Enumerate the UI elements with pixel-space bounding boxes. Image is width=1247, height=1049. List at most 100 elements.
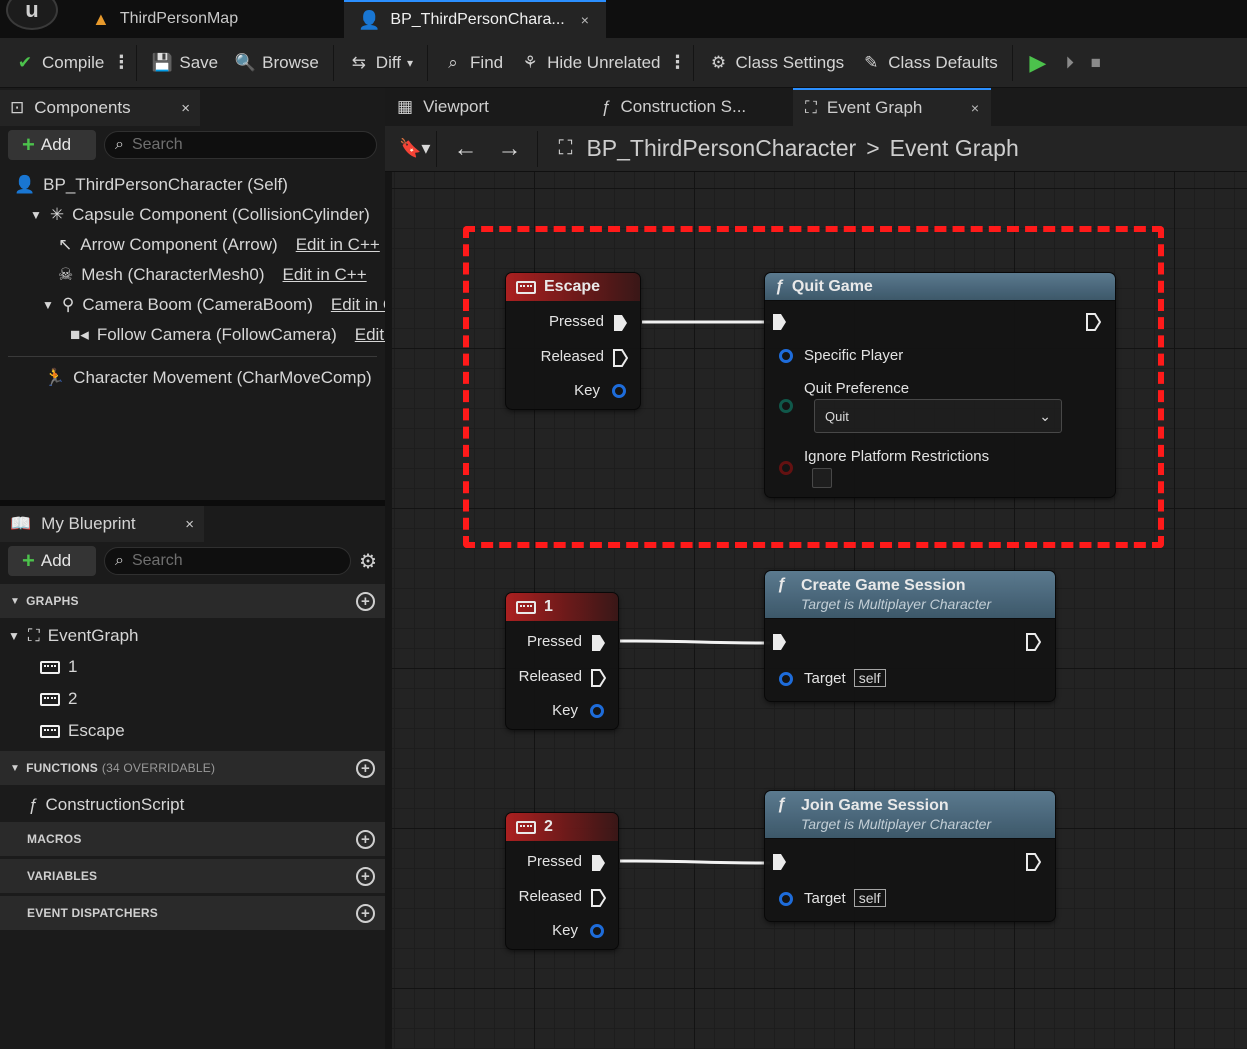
key-output-pin[interactable] bbox=[590, 924, 604, 938]
target-pin[interactable] bbox=[779, 672, 793, 686]
class-defaults-button[interactable]: ✎ Class Defaults bbox=[852, 45, 1006, 81]
specific-player-pin[interactable] bbox=[779, 349, 793, 363]
tab-bp-third-person-character[interactable]: 👤 BP_ThirdPersonChara... × bbox=[344, 0, 606, 38]
exec-input-pin[interactable] bbox=[771, 313, 787, 331]
quit-game-node[interactable]: ƒ Quit Game Specific Player Quit Prefere… bbox=[765, 273, 1115, 497]
compile-options-icon[interactable]: ⋮ bbox=[112, 52, 130, 73]
close-icon[interactable]: × bbox=[581, 12, 589, 28]
event-item-1[interactable]: 1 bbox=[0, 651, 385, 683]
event-dispatchers-section-header[interactable]: EVENT DISPATCHERS + bbox=[0, 896, 385, 930]
node-title: Escape bbox=[544, 278, 601, 295]
create-game-session-node[interactable]: ƒ Create Game Session Target is Multipla… bbox=[765, 571, 1055, 701]
exec-pin-empty[interactable] bbox=[590, 889, 606, 907]
class-settings-button[interactable]: ⚙ Class Settings bbox=[700, 45, 853, 81]
my-blueprint-tab[interactable]: 📖 My Blueprint × bbox=[0, 506, 204, 542]
component-self[interactable]: 👤 BP_ThirdPersonCharacter (Self) bbox=[0, 170, 385, 200]
event-item-escape[interactable]: Escape bbox=[0, 715, 385, 747]
functions-header-label: FUNCTIONS bbox=[26, 761, 98, 775]
close-icon[interactable]: × bbox=[971, 100, 979, 116]
edit-in-cpp-link[interactable]: Edit in C++ bbox=[355, 325, 385, 345]
exec-pin-filled[interactable] bbox=[590, 634, 606, 652]
add-component-button[interactable]: + Add bbox=[8, 130, 96, 160]
chevron-down-icon[interactable]: ▼ bbox=[30, 208, 42, 222]
add-variable-icon[interactable]: + bbox=[356, 866, 375, 886]
edit-in-cpp-link[interactable]: Edit in C++ bbox=[283, 265, 367, 285]
find-button[interactable]: ⌕ Find bbox=[434, 45, 511, 81]
exec-output-pin[interactable] bbox=[1025, 853, 1041, 871]
tab-construction-script[interactable]: ƒ Construction S... bbox=[589, 88, 789, 126]
key-output-pin[interactable] bbox=[612, 384, 626, 398]
key-output-pin[interactable] bbox=[590, 704, 604, 718]
component-character-movement[interactable]: 🏃 Character Movement (CharMoveComp) bbox=[0, 363, 385, 393]
exec-input-pin[interactable] bbox=[771, 853, 787, 871]
event-item-2[interactable]: 2 bbox=[0, 683, 385, 715]
breadcrumb-blueprint[interactable]: BP_ThirdPersonCharacter bbox=[586, 135, 856, 162]
exec-input-pin[interactable] bbox=[771, 633, 787, 651]
add-member-button[interactable]: + Add bbox=[8, 546, 96, 576]
my-blueprint-search-input[interactable]: ⌕ Search bbox=[104, 547, 352, 575]
step-button[interactable]: ⏵ bbox=[1057, 45, 1083, 81]
stop-button[interactable]: ■ bbox=[1083, 45, 1109, 81]
tab-event-graph[interactable]: ⛶ Event Graph × bbox=[793, 88, 991, 126]
tab-third-person-map[interactable]: ▲ ThirdPersonMap bbox=[78, 0, 252, 38]
browse-button[interactable]: 🔍 Browse bbox=[226, 45, 327, 81]
tab-label: Event Graph bbox=[826, 98, 923, 117]
ignore-platform-pin[interactable] bbox=[779, 461, 793, 475]
component-camera-boom[interactable]: ▼ ⚲ Camera Boom (CameraBoom) Edit in C++ bbox=[0, 290, 385, 320]
skeleton-icon: ☠ bbox=[58, 265, 74, 284]
exec-output-pin[interactable] bbox=[1085, 313, 1101, 331]
chevron-down-icon: ▾ bbox=[407, 55, 414, 70]
macros-section-header[interactable]: MACROS + bbox=[0, 822, 385, 856]
components-search-input[interactable]: ⌕ Search bbox=[104, 131, 377, 159]
more-options-icon[interactable]: ⋮ bbox=[669, 52, 687, 73]
close-icon[interactable]: × bbox=[185, 516, 194, 533]
component-capsule[interactable]: ▼ ✳ Capsule Component (CollisionCylinder… bbox=[0, 200, 385, 230]
target-pin[interactable] bbox=[779, 892, 793, 906]
diff-label: Diff bbox=[375, 52, 401, 72]
compile-button[interactable]: ✔ Compile bbox=[6, 45, 112, 81]
component-mesh[interactable]: ☠ Mesh (CharacterMesh0) Edit in C++ bbox=[0, 260, 385, 290]
event-graph-canvas[interactable]: Escape Pressed Released Key ƒ Quit Game … bbox=[392, 172, 1247, 1049]
construction-script-item[interactable]: ƒ ConstructionScript bbox=[0, 788, 385, 822]
key-2-node[interactable]: 2 Pressed Released Key bbox=[506, 813, 618, 949]
quit-preference-pin[interactable] bbox=[779, 399, 793, 413]
add-dispatcher-icon[interactable]: + bbox=[356, 903, 375, 923]
ignore-platform-checkbox[interactable] bbox=[812, 468, 832, 488]
exec-output-pin[interactable] bbox=[1025, 633, 1041, 651]
quit-preference-dropdown[interactable]: Quit ⌄ bbox=[814, 399, 1062, 433]
components-tab[interactable]: ⊡ Components × bbox=[0, 90, 200, 126]
exec-pin-empty[interactable] bbox=[612, 349, 628, 367]
node-header: 2 bbox=[506, 813, 618, 841]
play-button[interactable]: ▶ bbox=[1019, 45, 1057, 81]
breadcrumb-graph[interactable]: Event Graph bbox=[890, 135, 1019, 162]
exec-pin-empty[interactable] bbox=[590, 669, 606, 687]
gear-icon[interactable]: ⚙ bbox=[359, 549, 377, 574]
component-arrow[interactable]: ↖ Arrow Component (Arrow) Edit in C++ bbox=[0, 230, 385, 260]
chevron-down-icon[interactable]: ▼ bbox=[42, 298, 54, 312]
edit-in-cpp-link[interactable]: Edit in C++ bbox=[296, 235, 380, 255]
component-follow-camera[interactable]: ■◂ Follow Camera (FollowCamera) Edit in … bbox=[0, 320, 385, 350]
graphs-section-header[interactable]: ▼ GRAPHS + bbox=[0, 584, 385, 618]
join-game-session-node[interactable]: ƒ Join Game Session Target is Multiplaye… bbox=[765, 791, 1055, 921]
tab-viewport[interactable]: ▦ Viewport bbox=[385, 88, 585, 126]
close-icon[interactable]: × bbox=[181, 100, 190, 117]
hide-unrelated-button[interactable]: ⚘ Hide Unrelated bbox=[511, 45, 668, 81]
bookmark-icon[interactable]: 🔖▾ bbox=[399, 138, 430, 159]
event-graph-item[interactable]: ▼ ⛶ EventGraph bbox=[0, 621, 385, 651]
escape-key-node[interactable]: Escape Pressed Released Key bbox=[506, 273, 640, 409]
add-function-icon[interactable]: + bbox=[356, 758, 375, 778]
variables-header-label: VARIABLES bbox=[27, 869, 98, 883]
back-arrow-icon[interactable]: ← bbox=[453, 135, 477, 163]
diff-button[interactable]: ⇆ Diff ▾ bbox=[340, 45, 421, 81]
edit-in-cpp-link[interactable]: Edit in C++ bbox=[331, 295, 385, 315]
add-macro-icon[interactable]: + bbox=[356, 829, 375, 849]
exec-pin-filled[interactable] bbox=[612, 314, 628, 332]
unreal-logo[interactable]: u bbox=[6, 0, 58, 30]
exec-pin-filled[interactable] bbox=[590, 854, 606, 872]
forward-arrow-icon[interactable]: → bbox=[497, 135, 521, 163]
key-1-node[interactable]: 1 Pressed Released Key bbox=[506, 593, 618, 729]
variables-section-header[interactable]: VARIABLES + bbox=[0, 859, 385, 893]
add-graph-icon[interactable]: + bbox=[356, 591, 375, 611]
save-button[interactable]: 💾 Save bbox=[143, 45, 226, 81]
functions-section-header[interactable]: ▼ FUNCTIONS (34 OVERRIDABLE) + bbox=[0, 751, 385, 785]
